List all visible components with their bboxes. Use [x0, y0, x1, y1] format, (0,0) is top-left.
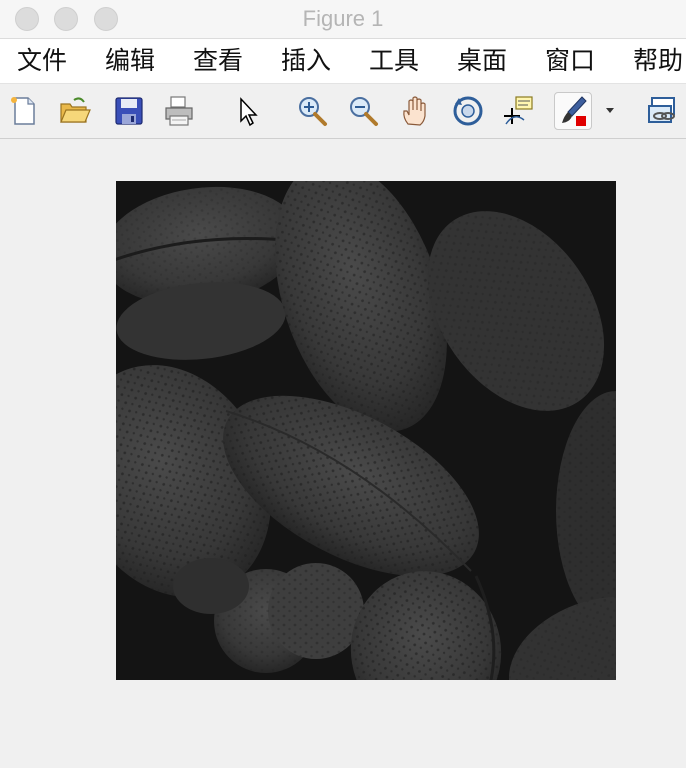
save-icon: [115, 97, 143, 125]
print-icon: [165, 96, 193, 126]
print-button[interactable]: [162, 94, 196, 128]
new-figure-icon: [11, 97, 35, 125]
window-title: Figure 1: [302, 6, 384, 31]
save-button[interactable]: [112, 94, 146, 128]
edit-plot-button[interactable]: [232, 94, 266, 128]
rotate-3d-button[interactable]: [451, 94, 485, 128]
brush-icon: [562, 96, 587, 126]
link-plot-button[interactable]: [646, 94, 680, 128]
open-file-button[interactable]: [58, 94, 92, 128]
menu-help[interactable]: 帮助: [633, 45, 683, 77]
zoom-out-icon: [350, 97, 378, 126]
pollen-image: [116, 181, 616, 680]
data-cursor-icon: [504, 96, 533, 125]
title-bar[interactable]: Figure 1: [0, 0, 686, 39]
data-cursor-button[interactable]: [502, 94, 536, 128]
menu-view[interactable]: 查看: [193, 45, 243, 77]
figure-window: Figure 1 文件 编辑 查看 插入 工具 桌面 窗口 帮助: [0, 0, 686, 768]
zoom-out-button[interactable]: [346, 94, 380, 128]
menu-edit[interactable]: 编辑: [105, 45, 155, 77]
brush-dropdown-arrow-icon[interactable]: [606, 108, 614, 113]
rotate-3d-icon: [453, 96, 483, 126]
menu-file[interactable]: 文件: [17, 45, 67, 77]
pan-icon: [403, 96, 426, 126]
zoom-in-icon: [299, 97, 327, 126]
open-file-icon: [60, 97, 91, 123]
figure-canvas: [0, 139, 686, 768]
edit-plot-icon: [240, 97, 258, 127]
link-plot-icon: [648, 97, 675, 123]
menu-window[interactable]: 窗口: [545, 45, 595, 77]
brush-button[interactable]: [554, 92, 592, 130]
menu-bar: 文件 编辑 查看 插入 工具 桌面 窗口 帮助: [0, 39, 686, 84]
menu-tools[interactable]: 工具: [369, 45, 419, 77]
pan-button[interactable]: [398, 94, 432, 128]
pollen-image-graphic: [116, 181, 616, 680]
new-figure-button[interactable]: [7, 94, 41, 128]
figure-toolbar: [0, 84, 686, 139]
menu-desktop[interactable]: 桌面: [457, 45, 507, 77]
zoom-in-button[interactable]: [295, 94, 329, 128]
menu-insert[interactable]: 插入: [281, 45, 331, 77]
